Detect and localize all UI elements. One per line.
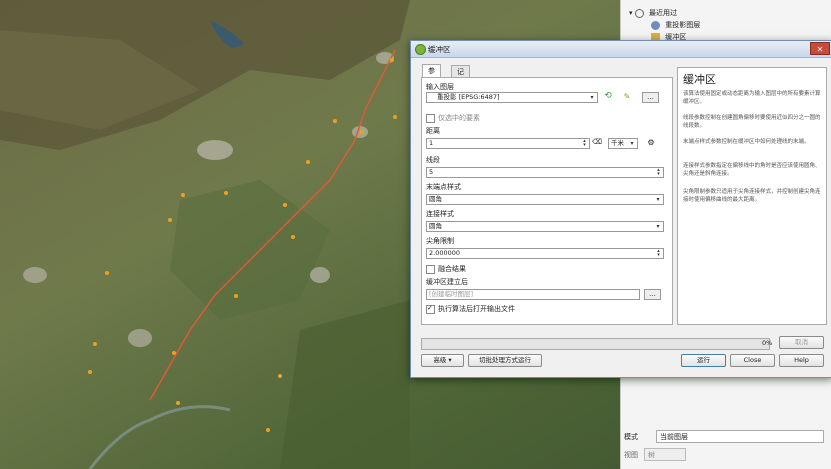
spin-arrows-icon[interactable]: ▴ ▾ [655,249,662,258]
chevron-down-icon: ▾ [448,356,452,364]
dialog-titlebar[interactable]: 缓冲区 ✕ [411,41,831,58]
output-label: 缓冲区建立后 [426,278,468,286]
close-icon[interactable]: ✕ [810,42,830,55]
parameters-panel: 输入图层 重投影 [EPSG:6487] ▾ ⟲ ✎ ... 仅选中的要素 距离… [421,77,673,325]
city-area [197,140,233,160]
segments-input[interactable]: 5 ▴ ▾ [426,167,664,178]
qgis-logo-icon [415,44,426,55]
distance-label: 距离 [426,127,440,135]
close-button[interactable]: Close [730,354,775,367]
dialog-title: 缓冲区 [428,45,451,54]
mode-label: 模式 [624,433,638,441]
checkbox-box[interactable] [426,113,435,123]
tree-item-reproject[interactable]: 重投影图层 [651,19,700,31]
join-style-select[interactable]: 圆角 ▾ [426,221,664,232]
chevron-down-icon: ▾ [590,94,594,101]
expand-arrow-icon[interactable]: ▾ [629,9,633,17]
clock-icon [634,8,644,18]
checkbox-box[interactable] [426,264,435,274]
selected-only-checkbox[interactable]: 仅选中的要素 [426,113,480,123]
tab-parameters[interactable]: 参数 [422,64,441,87]
output-path-input[interactable]: [创建临时图层] [426,289,640,300]
help-paragraph: 尖角限制参数只适用于尖角连接样式，并控制创建尖角连接时使用偏移曲线的最大距离。 [683,189,821,203]
end-cap-label: 末端点样式 [426,183,461,191]
checkbox-box[interactable] [426,303,435,314]
buffer-dialog: 缓冲区 ✕ 参数 记录 输入图层 重投影 [EPSG:6487] ▾ ⟲ ✎ .… [410,40,831,378]
batch-process-button[interactable]: 切批处理方式运行 [468,354,542,367]
data-defined-override-icon[interactable]: ⚙ [644,138,658,149]
gear-icon [651,20,660,30]
input-layer-label: 输入图层 [426,83,454,91]
cancel-button[interactable]: 取消 [779,336,824,349]
distance-unit-select[interactable]: 千米 ▾ [608,138,638,149]
advanced-button[interactable]: 高级 ▾ [421,354,464,367]
dissolve-checkbox[interactable]: 融合结果 [426,264,466,274]
clear-icon[interactable]: ⌫ [592,138,602,149]
segments-label: 线段 [426,156,440,164]
miter-limit-label: 尖角限制 [426,237,454,245]
mode-select[interactable]: 当前图层 [656,430,824,443]
help-paragraph: 末端点样式参数控制在缓冲区中如何处理线的末端。 [683,139,810,145]
chevron-down-icon: ▾ [656,196,660,203]
help-button[interactable]: Help [779,354,824,367]
view-label: 视图 [624,451,638,459]
tree-group-recent[interactable]: ▾ 最近用过 [629,7,677,19]
spin-arrows-icon[interactable]: ▴ ▾ [655,168,662,177]
input-layer-more-button[interactable]: ... [642,92,659,103]
help-paragraph: 该算法使用固定或动态距离为输入图层中的所有要素计算缓冲区。 [683,91,821,105]
chevron-down-icon: ▾ [656,223,660,230]
iterate-icon[interactable]: ⟲ [602,92,614,103]
open-output-checkbox[interactable]: 执行算法后打开输出文件 [426,303,515,314]
end-cap-select[interactable]: 圆角 ▾ [426,194,664,205]
wrench-icon[interactable]: ✎ [620,92,634,103]
output-more-button[interactable]: ... [644,289,661,300]
view-select[interactable]: 树 [644,448,686,461]
chevron-down-icon: ▾ [630,140,634,147]
help-paragraph: 线段参数控制在创建圆角偏移时要使用近似四分之一圆的线段数。 [683,115,821,129]
run-button[interactable]: 运行 [681,354,726,367]
progress-percent: 0% [762,339,773,347]
miter-limit-input[interactable]: 2.000000 ▴ ▾ [426,248,664,259]
join-style-label: 连接样式 [426,210,454,218]
help-title: 缓冲区 [683,73,716,86]
progress-bar [421,338,770,350]
input-layer-combo[interactable]: 重投影 [EPSG:6487] ▾ [426,92,598,103]
help-panel: 缓冲区 该算法使用固定或动态距离为输入图层中的所有要素计算缓冲区。 线段参数控制… [677,67,827,325]
help-paragraph: 连接样式参数指定在偏移线中的角时是否应该使用圆角、尖角还是斜角连接。 [683,163,821,177]
distance-input[interactable]: 1 ▴ ▾ [426,138,590,149]
spin-arrows-icon[interactable]: ▴ ▾ [581,139,588,148]
